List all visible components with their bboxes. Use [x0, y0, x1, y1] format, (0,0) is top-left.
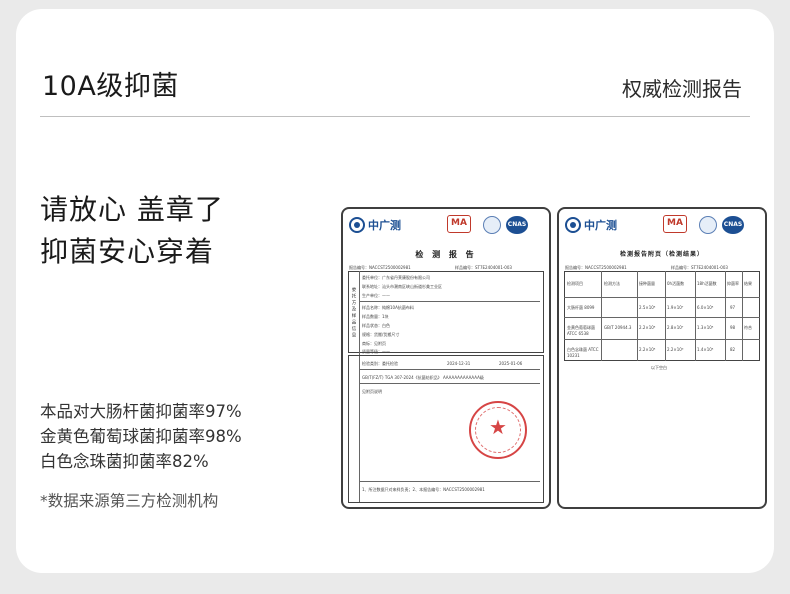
trademark-field: 商标：见附页 — [362, 341, 386, 346]
sample-name-field: 样品名称：纯棉10A抗菌布料 — [362, 305, 414, 310]
cnas-mark: CNAS — [506, 216, 528, 234]
date-done: 2025-01-06 — [499, 361, 523, 366]
table-row-line — [564, 317, 760, 318]
headline-line-1: 请放心 盖章了 — [40, 193, 224, 226]
table-column-line — [601, 271, 602, 361]
client-field: 委托单位：广东省丹莱康股份有限公司 — [362, 275, 430, 280]
test-type-field: 检验类别：委托检验 — [362, 361, 398, 366]
date-received: 2024-12-31 — [447, 361, 471, 366]
page-title: 10A级抑菌 — [42, 71, 179, 102]
table-row-line — [359, 369, 540, 370]
ilac-mark-icon — [483, 216, 501, 234]
table-row-line — [359, 301, 540, 302]
headline-line-2: 抑菌安心穿着 — [40, 235, 215, 268]
standard-field: GB/T(FZ/T) TGA 307-2024《抗菌纺织品》 AAAAAAAAA… — [362, 375, 484, 380]
table-cell: 2.2×10⁶ — [667, 347, 684, 352]
test-report-page-1: 中广测 MA CNAS 检 测 报 告 报告编号：NACCST250000298… — [341, 207, 551, 509]
table-cell: 1.9×10⁷ — [667, 305, 684, 310]
table-cell: 2.8×10⁷ — [667, 325, 684, 330]
table-row-label: 金黄色葡萄球菌 ATCC 6538 — [567, 325, 595, 336]
column-header: 0h活菌数 — [667, 281, 685, 286]
table-column-line — [665, 271, 666, 361]
brand-logo: 中广测 — [565, 217, 617, 233]
column-header: 检测方法 — [604, 281, 620, 286]
conclusion-field: 见附页说明 — [362, 389, 382, 394]
blank-below-note: 以下空白 — [651, 365, 667, 370]
table-column-line — [695, 271, 696, 361]
producer-field: 生产单位：—— — [362, 293, 390, 298]
column-header: 结果 — [744, 281, 752, 286]
table-cell: 2.5×10⁵ — [639, 305, 656, 310]
brand-name: 中广测 — [368, 219, 401, 232]
ma-mark: MA — [663, 215, 687, 233]
table-cell: 6.0×10⁵ — [697, 305, 714, 310]
brand-name: 中广测 — [584, 219, 617, 232]
official-seal-icon: ★ — [469, 401, 527, 459]
column-header: 抑菌率 — [727, 281, 739, 286]
report-title: 检测报告附页（检测结果） — [619, 251, 704, 258]
table-column-line — [637, 271, 638, 361]
package-field: 规格：货搬/货搬尺寸 — [362, 332, 400, 337]
table-cell: 2.2×10⁵ — [639, 347, 656, 352]
table-column-line — [742, 271, 743, 361]
table-row-label: 大肠杆菌 8099 — [567, 305, 595, 310]
source-note: *数据来源第三方检测机构 — [40, 492, 219, 510]
table-column-line — [725, 271, 726, 361]
table-cell: 2.2×10⁵ — [639, 325, 656, 330]
rate-candida: 白色念珠菌抑菌率82% — [40, 452, 209, 471]
column-header: 接种菌量 — [639, 281, 655, 286]
cnas-mark: CNAS — [722, 216, 744, 234]
brand-circle-icon — [349, 217, 365, 233]
table-row-line — [359, 481, 540, 482]
table-cell: 符合 — [744, 325, 752, 330]
state-field: 样品状态：白色 — [362, 323, 390, 328]
table-cell: 1.4×10⁵ — [697, 347, 714, 352]
brand-circle-icon — [565, 217, 581, 233]
table-cell: 97 — [730, 305, 736, 310]
info-side-label: 委托方及样品信息 — [351, 287, 356, 339]
report-title: 检 测 报 告 — [415, 250, 477, 259]
divider — [40, 116, 750, 117]
table-cell: 98 — [730, 325, 736, 330]
brand-logo: 中广测 — [349, 217, 401, 233]
address-field: 联系地址：汕头市潮南区峡山街道杉美工业区 — [362, 284, 442, 289]
ilac-mark-icon — [699, 216, 717, 234]
report-heading: 权威检测报告 — [622, 77, 742, 101]
table-cell: GB/T 20944.3 — [604, 325, 632, 330]
test-report-page-2: 中广测 MA CNAS 检测报告附页（检测结果） 报告编号：NACCST2500… — [557, 207, 767, 509]
quantity-field: 样品数量：1块 — [362, 314, 389, 319]
table-row-line — [564, 339, 760, 340]
remarks-field: 1、所注数据只对来样负责；2、本报告编号：NACCST2500002981 — [362, 487, 485, 492]
rate-staph: 金黄色葡萄球菌抑菌率98% — [40, 427, 242, 446]
table-row-line — [564, 297, 760, 298]
ma-mark: MA — [447, 215, 471, 233]
column-header: 检测项目 — [567, 281, 583, 286]
table-row-label: 白色念珠菌 ATCC 10231 — [567, 347, 599, 358]
table-cell: 1.3×10⁵ — [697, 325, 714, 330]
column-header: 18h活菌数 — [697, 281, 717, 286]
table-row-line — [359, 383, 540, 384]
table-cell: 82 — [730, 347, 736, 352]
rate-ecoli: 本品对大肠杆菌抑菌率97% — [40, 402, 242, 421]
seal-star-icon: ★ — [489, 415, 507, 439]
